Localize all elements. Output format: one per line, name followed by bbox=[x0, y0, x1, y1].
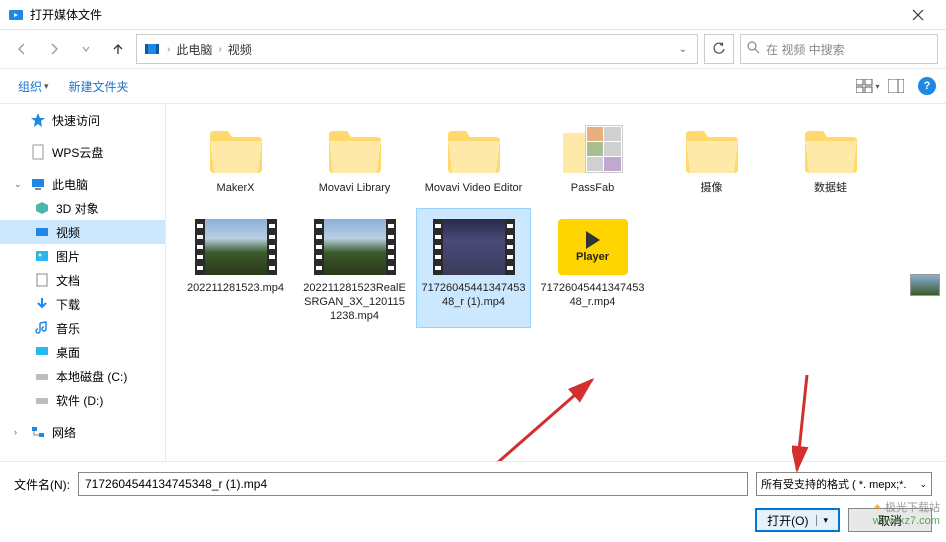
file-type-filter[interactable]: 所有受支持的格式 ( *. mepx;*. ⌄ bbox=[756, 472, 932, 496]
search-placeholder: 在 视频 中搜索 bbox=[766, 41, 845, 58]
file-item[interactable]: 7172604544134745348_r (1).mp4 bbox=[416, 208, 531, 328]
file-item[interactable]: PassFab bbox=[535, 114, 650, 200]
footer: 文件名(N): 所有受支持的格式 ( *. mepx;*. ⌄ 打开(O) ▾ … bbox=[0, 461, 946, 542]
file-item-label: 202211281523.mp4 bbox=[183, 281, 288, 295]
window-title: 打开媒体文件 bbox=[30, 6, 898, 23]
refresh-button[interactable] bbox=[704, 34, 734, 64]
file-item[interactable]: Player 7172604544134745348_r.mp4 bbox=[535, 208, 650, 328]
chevron-right-icon: › bbox=[167, 44, 170, 55]
new-folder-button[interactable]: 新建文件夹 bbox=[61, 74, 137, 99]
video-thumbnail bbox=[195, 219, 277, 275]
folder-icon bbox=[206, 125, 266, 175]
sidebar-drive-d[interactable]: 软件 (D:) bbox=[0, 388, 165, 412]
file-item[interactable]: 202211281523RealESRGAN_3X_1201151238.mp4 bbox=[297, 208, 412, 328]
file-list[interactable]: MakerX Movavi Library Movavi Video Edito… bbox=[166, 104, 946, 461]
sidebar: 快速访问 WPS云盘 ⌄ 此电脑 3D 对象 视频 图片 文档 bbox=[0, 104, 166, 461]
cube-icon bbox=[34, 200, 50, 216]
navbar: › 此电脑 › 视频 ⌄ 在 视频 中搜索 bbox=[0, 30, 946, 68]
folder-icon bbox=[563, 125, 623, 175]
sidebar-drive-c[interactable]: 本地磁盘 (C:) bbox=[0, 364, 165, 388]
preview-pane-button[interactable] bbox=[884, 74, 908, 98]
sidebar-pictures[interactable]: 图片 bbox=[0, 244, 165, 268]
file-item[interactable]: 摄像 bbox=[654, 114, 769, 200]
toolbar: 组织 ▾ 新建文件夹 ▾ ? bbox=[0, 68, 946, 104]
file-item-label: MakerX bbox=[183, 181, 288, 195]
sidebar-this-pc[interactable]: ⌄ 此电脑 bbox=[0, 172, 165, 196]
address-dropdown[interactable]: ⌄ bbox=[675, 44, 691, 55]
desktop-icon bbox=[34, 344, 50, 360]
videos-location-icon bbox=[143, 40, 161, 58]
folder-icon bbox=[801, 125, 861, 175]
annotation-arrow bbox=[462, 370, 612, 461]
organize-button[interactable]: 组织 ▾ bbox=[10, 74, 57, 99]
recent-dropdown[interactable] bbox=[72, 35, 100, 63]
drive-icon bbox=[34, 392, 50, 408]
file-item[interactable]: Movavi Library bbox=[297, 114, 412, 200]
search-icon bbox=[747, 41, 760, 57]
help-button[interactable]: ? bbox=[918, 77, 936, 95]
folder-icon bbox=[682, 125, 742, 175]
file-item-label: Movavi Video Editor bbox=[421, 181, 526, 195]
sidebar-network[interactable]: › 网络 bbox=[0, 420, 165, 444]
titlebar: 打开媒体文件 bbox=[0, 0, 946, 30]
picture-icon bbox=[34, 248, 50, 264]
split-dropdown-icon[interactable]: ▾ bbox=[816, 515, 828, 526]
address-bar[interactable]: › 此电脑 › 视频 ⌄ bbox=[136, 34, 698, 64]
chevron-down-icon: ⌄ bbox=[14, 179, 24, 190]
preview-thumbnail bbox=[910, 274, 940, 296]
sidebar-downloads[interactable]: 下载 bbox=[0, 292, 165, 316]
chevron-right-icon: › bbox=[14, 427, 24, 437]
download-icon bbox=[34, 296, 50, 312]
sidebar-videos[interactable]: 视频 bbox=[0, 220, 165, 244]
sidebar-wps-cloud[interactable]: WPS云盘 bbox=[0, 140, 165, 164]
file-item-label: 7172604544134745348_r.mp4 bbox=[540, 281, 645, 309]
computer-icon bbox=[30, 176, 46, 192]
file-item-label: 摄像 bbox=[659, 181, 764, 195]
music-icon bbox=[34, 320, 50, 336]
close-button[interactable] bbox=[898, 1, 938, 29]
file-item[interactable]: 202211281523.mp4 bbox=[178, 208, 293, 328]
network-icon bbox=[30, 424, 46, 440]
file-item-label: 数据蛙 bbox=[778, 181, 883, 195]
sidebar-desktop[interactable]: 桌面 bbox=[0, 340, 165, 364]
open-button[interactable]: 打开(O) ▾ bbox=[755, 508, 840, 532]
chevron-right-icon: › bbox=[218, 44, 221, 55]
file-item-label: PassFab bbox=[540, 181, 645, 195]
document-icon bbox=[34, 272, 50, 288]
breadcrumb-folder[interactable]: 视频 bbox=[228, 41, 252, 58]
filename-input[interactable] bbox=[78, 472, 748, 496]
video-thumbnail bbox=[433, 219, 515, 275]
folder-icon bbox=[444, 125, 504, 175]
sidebar-music[interactable]: 音乐 bbox=[0, 316, 165, 340]
sidebar-3d-objects[interactable]: 3D 对象 bbox=[0, 196, 165, 220]
file-item[interactable]: 数据蛙 bbox=[773, 114, 888, 200]
view-mode-button[interactable]: ▾ bbox=[856, 74, 880, 98]
back-button[interactable] bbox=[8, 35, 36, 63]
video-icon bbox=[34, 224, 50, 240]
app-icon bbox=[8, 7, 24, 23]
document-icon bbox=[30, 144, 46, 160]
file-item-label: 202211281523RealESRGAN_3X_1201151238.mp4 bbox=[302, 281, 407, 323]
file-item-label: 7172604544134745348_r (1).mp4 bbox=[421, 281, 526, 309]
forward-button[interactable] bbox=[40, 35, 68, 63]
sidebar-documents[interactable]: 文档 bbox=[0, 268, 165, 292]
watermark: ✦ 极光下载站 www.xz7.com bbox=[873, 499, 940, 527]
file-item[interactable]: Movavi Video Editor bbox=[416, 114, 531, 200]
folder-icon bbox=[325, 125, 385, 175]
drive-icon bbox=[34, 368, 50, 384]
file-item[interactable]: MakerX bbox=[178, 114, 293, 200]
player-icon: Player bbox=[558, 219, 628, 275]
chevron-down-icon: ⌄ bbox=[919, 479, 927, 490]
filename-label: 文件名(N): bbox=[14, 476, 70, 493]
search-input[interactable]: 在 视频 中搜索 bbox=[740, 34, 938, 64]
chevron-down-icon: ▾ bbox=[44, 81, 49, 92]
sidebar-quick-access[interactable]: 快速访问 bbox=[0, 108, 165, 132]
video-thumbnail bbox=[314, 219, 396, 275]
up-button[interactable] bbox=[104, 35, 132, 63]
file-item-label: Movavi Library bbox=[302, 181, 407, 195]
breadcrumb-root[interactable]: 此电脑 bbox=[176, 41, 212, 58]
star-icon bbox=[30, 112, 46, 128]
